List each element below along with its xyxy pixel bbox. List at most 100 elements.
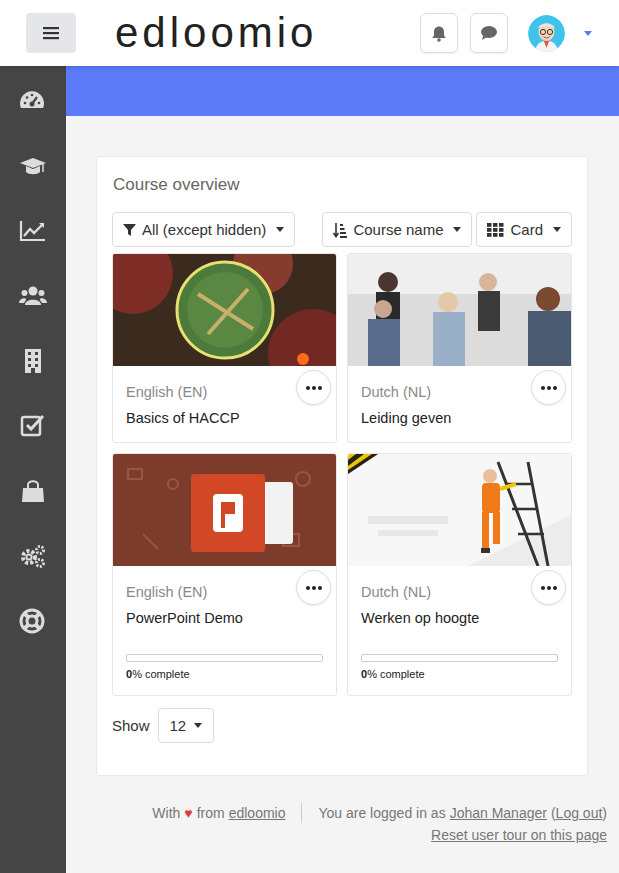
course-card[interactable]: English (EN) Basics of HACCP [112,253,337,443]
course-actions-button[interactable] [296,370,331,405]
dropdown-label: Card [510,221,543,238]
hamburger-icon [43,26,59,40]
navbar-actions [420,13,592,53]
sidebar-item[interactable] [0,328,66,393]
more-icon [306,386,322,390]
sidebar-item[interactable] [0,198,66,263]
course-card[interactable]: Dutch (NL) Leiding geven [347,253,572,443]
progress-reading: % complete [132,668,189,680]
reset-tour-link[interactable]: Reset user tour on this page [431,827,607,843]
chat-icon [480,25,498,41]
progress-text: 0% complete [361,667,566,681]
sidebar-item[interactable] [0,588,66,653]
messages-button[interactable] [470,13,508,53]
view-dropdown[interactable]: Card [476,212,572,247]
course-image[interactable] [348,254,571,366]
close-paren: ) [602,805,607,821]
heart-text: ♥ [184,805,192,821]
course-card[interactable]: English (EN) PowerPoint Demo 0% complete [112,453,337,696]
course-category: English (EN) [126,582,296,602]
sidebar-item[interactable] [0,523,66,588]
person-icon [528,15,565,52]
notifications-button[interactable] [420,13,458,53]
sidebar-item[interactable] [0,263,66,328]
logo[interactable]: edloomio [115,12,317,54]
course-picture [348,254,572,366]
dropdown-label: Course name [353,221,443,238]
caret-icon [276,227,284,232]
filter-dropdown[interactable]: All (except hidden) [112,212,295,247]
course-actions-button[interactable] [296,570,331,605]
course-header: Dutch (NL) Werken op hoogte [361,580,566,628]
logout-link[interactable]: Log out [556,805,603,821]
line-chart-icon [19,218,47,244]
main-area: Course overview All (except hidden) Course… [66,66,619,873]
progress-percent: 0 [361,668,367,680]
course-category: Dutch (NL) [361,382,531,402]
course-info: English (EN) PowerPoint Demo 0% complete [113,566,336,695]
login-info: You are logged in asJohan Manager(Log ou… [318,805,607,821]
checkbox-icon [19,413,47,439]
paging: Show 12 [112,708,572,743]
progress-reading: % complete [367,668,424,680]
progress-percent: 0 [126,668,132,680]
page-body: Course overview All (except hidden) Course… [0,66,619,873]
course-info: Dutch (NL) Werken op hoogte 0% complete [348,566,571,695]
content: Course overview All (except hidden) Course… [66,116,619,776]
sidebar-item[interactable] [0,68,66,133]
reset-row: Reset user tour on this page [114,827,607,843]
course-image[interactable] [348,454,571,566]
course-actions-button[interactable] [531,370,566,405]
caret-icon [553,227,561,232]
course-text: Dutch (NL) Werken op hoogte [361,580,531,628]
brand-link[interactable]: edloomio [229,805,286,821]
more-icon [541,586,557,590]
life-ring-icon [19,608,47,634]
sort-icon [333,222,347,238]
course-card[interactable]: Dutch (NL) Werken op hoogte 0% complete [347,453,572,696]
dropdown-label: All (except hidden) [142,221,266,238]
sidebar-item[interactable] [0,133,66,198]
course-actions-button[interactable] [531,570,566,605]
grid-icon [487,223,504,237]
per-page-dropdown[interactable]: 12 [158,708,215,743]
sort-dropdown[interactable]: Course name [322,212,472,247]
course-info: Dutch (NL) Leiding geven [348,366,571,442]
funnel-icon [123,223,136,237]
graduation-cap-icon [19,153,47,179]
progress-track [126,654,323,662]
credits-from: from [197,805,225,821]
caret-icon [194,723,202,728]
user-menu-caret-icon[interactable] [584,31,592,36]
course-name[interactable]: Leiding geven [361,408,531,428]
course-text: English (EN) Basics of HACCP [126,380,296,428]
course-controls: All (except hidden) Course name Card [112,212,572,247]
course-header: Dutch (NL) Leiding geven [361,380,566,428]
sidebar-item[interactable] [0,393,66,458]
course-category: Dutch (NL) [361,582,531,602]
caret-icon [453,227,461,232]
user-avatar[interactable] [528,15,565,52]
course-name[interactable]: Basics of HACCP [126,408,296,428]
course-text: Dutch (NL) Leiding geven [361,380,531,428]
course-category: English (EN) [126,382,296,402]
sidebar [0,66,66,873]
course-image[interactable] [113,254,336,366]
open-paren: ( [551,805,556,821]
course-name[interactable]: PowerPoint Demo [126,608,296,628]
course-image[interactable] [113,454,336,566]
sidebar-item[interactable] [0,458,66,523]
panel-title: Course overview [113,175,572,195]
menu-toggle-button[interactable] [26,13,76,53]
course-header: English (EN) PowerPoint Demo [126,580,331,628]
course-picture [113,254,337,366]
bell-icon [431,25,447,42]
more-icon [306,586,322,590]
user-link[interactable]: Johan Manager [450,805,547,821]
course-name[interactable]: Werken op hoogte [361,608,531,628]
footer-row: With♥fromedloomioYou are logged in asJoh… [114,803,607,823]
footer-separator [301,803,302,823]
show-label: Show [112,717,150,734]
users-icon [19,283,47,309]
view-controls: Course name Card [322,212,572,247]
